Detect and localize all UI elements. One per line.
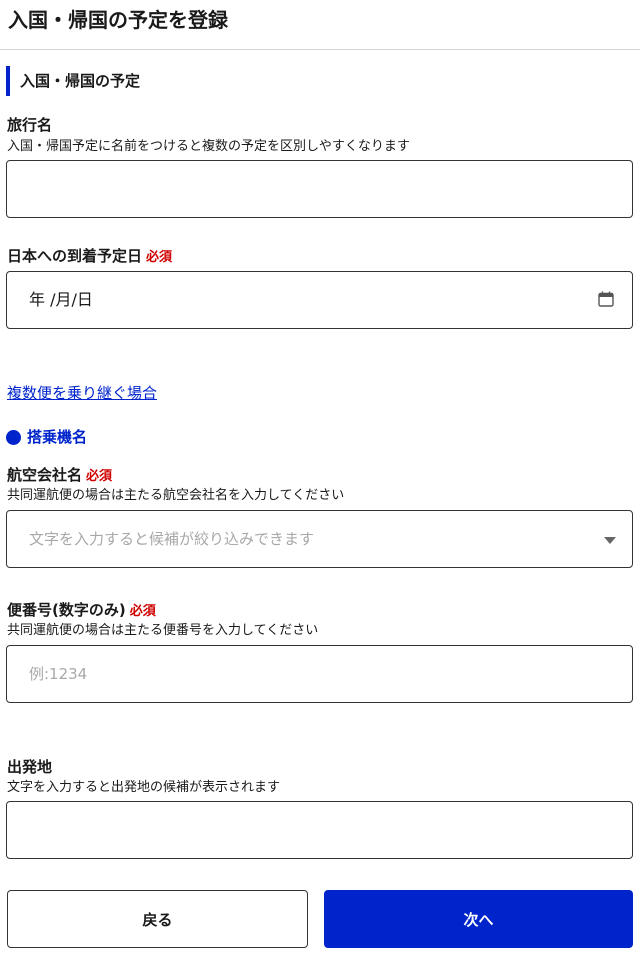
page-title: 入国・帰国の予定を登録: [8, 8, 228, 32]
arrival-date-label: 日本への到着予定日 必須: [7, 245, 172, 269]
next-button[interactable]: 次へ: [324, 890, 633, 948]
flight-number-label: 便番号(数字のみ) 必須: [7, 599, 156, 623]
departure-input[interactable]: [6, 801, 633, 859]
multi-flight-link[interactable]: 複数便を乗り継ぐ場合: [7, 382, 157, 404]
trip-name-input[interactable]: [6, 160, 633, 218]
calendar-icon[interactable]: [598, 291, 614, 307]
flight-number-label-text: 便番号(数字のみ): [7, 601, 126, 619]
departure-label: 出発地: [7, 758, 53, 776]
departure-help: 文字を入力すると出発地の候補が表示されます: [7, 780, 281, 795]
arrival-date-input[interactable]: 年 /月/日: [6, 271, 633, 329]
back-button[interactable]: 戻る: [7, 890, 308, 948]
trip-name-help: 入国・帰国予定に名前をつけると複数の予定を区別しやすくなります: [7, 139, 410, 154]
flight-section-title: 搭乗機名: [27, 428, 88, 446]
flight-number-input[interactable]: 例:1234: [6, 645, 633, 703]
airline-label-text: 航空会社名: [7, 466, 83, 484]
section-heading: 入国・帰国の予定: [6, 66, 140, 96]
dropdown-icon[interactable]: [604, 537, 616, 544]
airline-placeholder: 文字を入力すると候補が絞り込みできます: [29, 530, 315, 548]
required-badge: 必須: [129, 604, 156, 619]
required-badge: 必須: [86, 469, 113, 484]
bullet-dot-icon: [6, 429, 21, 445]
page-header: 入国・帰国の予定を登録: [0, 0, 640, 50]
airline-help: 共同運航便の場合は主たる航空会社名を入力してください: [7, 488, 345, 503]
flight-number-help: 共同運航便の場合は主たる便番号を入力してください: [7, 623, 319, 638]
trip-name-label: 旅行名: [7, 116, 53, 134]
flight-section-heading: 搭乗機名: [6, 426, 87, 448]
arrival-date-label-text: 日本への到着予定日: [7, 247, 143, 265]
flight-number-placeholder: 例:1234: [29, 665, 88, 683]
airline-label: 航空会社名 必須: [7, 464, 112, 488]
arrival-date-value: 年 /月/日: [29, 290, 93, 309]
required-badge: 必須: [146, 250, 173, 265]
airline-select[interactable]: 文字を入力すると候補が絞り込みできます: [6, 510, 633, 568]
